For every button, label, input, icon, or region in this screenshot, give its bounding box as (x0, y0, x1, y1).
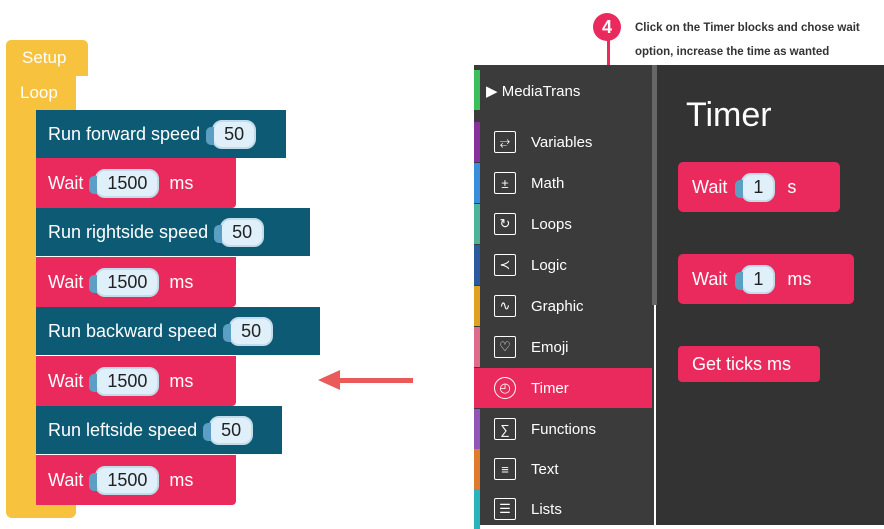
arrow-head-icon (318, 370, 340, 390)
lists-icon: ☰ (494, 498, 516, 520)
toolbox-item-text[interactable]: ≡ Text (474, 449, 652, 489)
variables-icon: ⥂ (494, 131, 516, 153)
toolbox-item-variables[interactable]: ⥂ Variables (474, 122, 652, 162)
logic-icon: ≺ (494, 254, 516, 276)
toolbox-item-label: Lists (531, 500, 562, 518)
block-label: Wait (48, 370, 84, 391)
loop-label: Loop (20, 83, 58, 102)
time-input[interactable]: 1500 (89, 465, 160, 495)
run-forward-block[interactable]: Run forward speed 50 (36, 110, 286, 158)
block-label: Wait (48, 172, 84, 193)
toolbox-item-math[interactable]: ± Math (474, 163, 652, 203)
setup-label: Setup (22, 48, 67, 67)
unit-label: ms (169, 172, 194, 193)
toolbox-item-label: Functions (531, 420, 597, 438)
block-label: Run rightside speed (48, 221, 209, 242)
toolbox-item-timer[interactable]: ◴ Timer (474, 368, 652, 408)
step-badge: 4 (593, 13, 621, 41)
speed-input[interactable]: 50 (206, 119, 257, 149)
unit-label: ms (169, 271, 194, 292)
run-rightside-block[interactable]: Run rightside speed 50 (36, 208, 310, 256)
toolbox-item-graphic[interactable]: ∿ Graphic (474, 286, 652, 326)
flyout-wait-ms-block[interactable]: Wait 1 ms (678, 254, 854, 304)
mediatrans-stripe (474, 70, 480, 110)
math-icon: ± (494, 172, 516, 194)
loops-icon: ↻ (494, 213, 516, 235)
time-input[interactable]: 1500 (89, 366, 160, 396)
wait-block[interactable]: Wait 1500 ms (36, 257, 236, 307)
block-label: Wait (48, 469, 84, 490)
toolbox-scrollbar[interactable] (652, 65, 657, 305)
toolbox-item-label: Emoji (531, 338, 569, 356)
wait-block[interactable]: Wait 1500 ms (36, 356, 236, 406)
time-input[interactable]: 1500 (89, 168, 160, 198)
toolbox-item-label: Text (531, 460, 559, 478)
annotation-line-1: Click on the Timer blocks and chose wait (635, 22, 860, 34)
time-input[interactable]: 1 (735, 264, 776, 294)
speed-input[interactable]: 50 (214, 217, 265, 247)
caret-right-icon: ▶ (486, 83, 498, 100)
time-input[interactable]: 1500 (89, 267, 160, 297)
speed-input[interactable]: 50 (203, 415, 254, 445)
toolbox-item-label: Logic (531, 256, 567, 274)
toolbox-item-label: Graphic (531, 297, 584, 315)
block-label: Wait (48, 271, 84, 292)
toolbox-item-label: Timer (531, 379, 569, 397)
toolbox-item-lists[interactable]: ☰ Lists (474, 489, 652, 529)
toolbox-item-label: Loops (531, 215, 572, 233)
arrow-indicator (337, 378, 413, 383)
toolbox-item-logic[interactable]: ≺ Logic (474, 245, 652, 285)
run-backward-block[interactable]: Run backward speed 50 (36, 307, 320, 355)
loop-block[interactable]: Loop (6, 76, 76, 110)
block-label: Run backward speed (48, 320, 218, 341)
annotation-line-2: option, increase the time as wanted (635, 46, 830, 58)
text-icon: ≡ (494, 458, 516, 480)
toolbox-item-loops[interactable]: ↻ Loops (474, 204, 652, 244)
graphic-icon: ∿ (494, 295, 516, 317)
run-leftside-block[interactable]: Run leftside speed 50 (36, 406, 282, 454)
unit-label: ms (787, 268, 812, 289)
unit-label: ms (169, 370, 194, 391)
toolbox-item-label: Variables (531, 133, 593, 151)
toolbox-item-functions[interactable]: ∑ Functions (474, 409, 652, 449)
wait-block[interactable]: Wait 1500 ms (36, 158, 236, 208)
block-label: Wait (692, 268, 728, 289)
speed-input[interactable]: 50 (223, 316, 274, 346)
block-label: Get ticks ms (692, 353, 792, 374)
block-label: Wait (692, 176, 728, 197)
mediatrans-label: MediaTrans (501, 83, 581, 100)
mediatrans-category[interactable]: ▶ MediaTrans (486, 82, 580, 100)
flyout-title: Timer (686, 96, 772, 134)
block-label: Run leftside speed (48, 419, 198, 440)
setup-block[interactable]: Setup (6, 40, 88, 76)
flyout-get-ticks-block[interactable]: Get ticks ms (678, 346, 820, 382)
wait-block[interactable]: Wait 1500 ms (36, 455, 236, 505)
toolbox-item-emoji[interactable]: ♡ Emoji (474, 327, 652, 367)
flyout-wait-seconds-block[interactable]: Wait 1 s (678, 162, 840, 212)
loop-body-bar (6, 110, 36, 505)
timer-icon: ◴ (494, 377, 516, 399)
unit-label: ms (169, 469, 194, 490)
toolbox-item-label: Math (531, 174, 565, 192)
block-label: Run forward speed (48, 123, 201, 144)
emoji-icon: ♡ (494, 336, 516, 358)
unit-label: s (787, 176, 797, 197)
functions-icon: ∑ (494, 418, 516, 440)
time-input[interactable]: 1 (735, 172, 776, 202)
